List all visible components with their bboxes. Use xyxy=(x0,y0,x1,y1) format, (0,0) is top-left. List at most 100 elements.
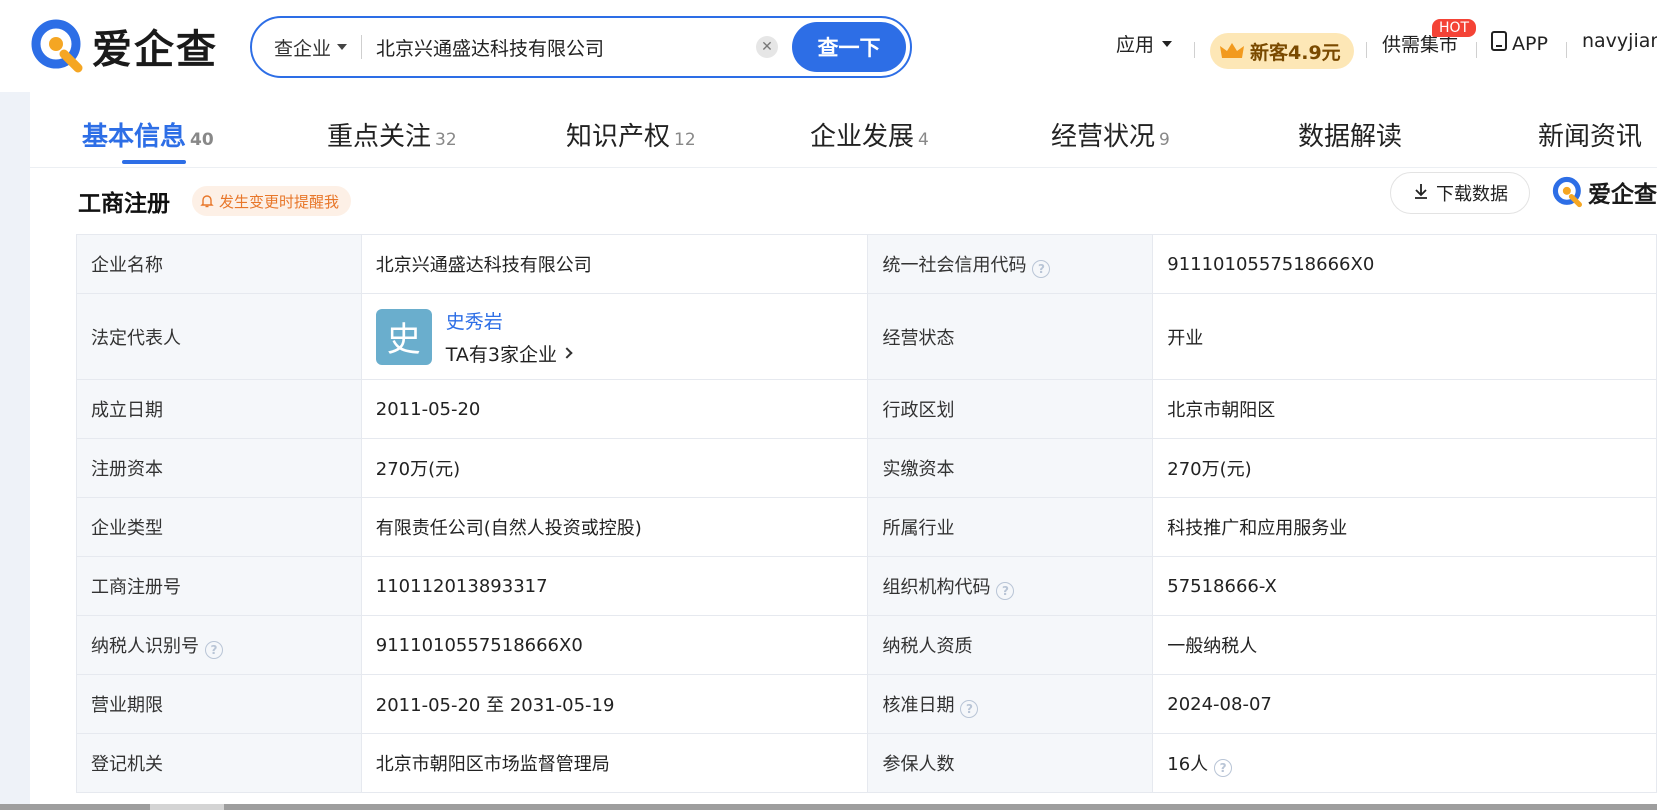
paid-capital-value: 270万(元) xyxy=(1152,438,1657,498)
approval-date-label-cell: 核准日期? xyxy=(867,674,1154,734)
logo-q-icon xyxy=(1552,176,1582,208)
company-type-value: 有限责任公司(自然人投资或控股) xyxy=(360,497,869,557)
nav-divider xyxy=(1366,42,1367,58)
chevron-right-icon xyxy=(561,347,573,359)
company-name-value: 北京兴通盛达科技有限公司 xyxy=(360,234,869,294)
authority-label: 登记机关 xyxy=(76,733,362,793)
app-download-label: APP xyxy=(1512,32,1548,55)
nav-divider xyxy=(1566,42,1567,58)
table-row: 营业期限 2011-05-20 至 2031-05-19 核准日期? 2024-… xyxy=(76,674,1657,734)
legal-rep-companies-link[interactable]: TA有3家企业 xyxy=(446,340,573,367)
scrollbar-thumb[interactable] xyxy=(150,804,224,810)
taxpayer-id-label-cell: 纳税人识别号? xyxy=(76,615,362,675)
search-input[interactable] xyxy=(376,36,756,58)
authority-value: 北京市朝阳区市场监督管理局 xyxy=(360,733,869,793)
top-header: 爱企查 查企业 ✕ 查一下 应用 新客4.9元 供需集市 HOT APP nav… xyxy=(0,0,1657,92)
change-remind-button[interactable]: 发生变更时提醒我 xyxy=(192,186,352,216)
status-value: 开业 xyxy=(1152,293,1657,380)
question-icon[interactable]: ? xyxy=(1214,758,1233,777)
question-icon[interactable]: ? xyxy=(205,640,223,659)
reg-no-value: 110112013893317 xyxy=(360,556,869,616)
download-data-button[interactable]: 下载数据 xyxy=(1390,172,1530,214)
table-row: 纳税人识别号? 9111010557518666X0 纳税人资质 一般纳税人 xyxy=(76,615,1657,675)
table-row: 登记机关 北京市朝阳区市场监督管理局 参保人数 16人? xyxy=(76,733,1657,793)
active-tab-indicator xyxy=(122,160,186,164)
org-code-label-cell: 组织机构代码? xyxy=(867,556,1154,616)
table-row: 注册资本 270万(元) 实缴资本 270万(元) xyxy=(76,438,1657,498)
taxpayer-qual-value: 一般纳税人 xyxy=(1152,615,1657,675)
legal-rep-cell: 史 史秀岩 TA有3家企业 xyxy=(360,293,869,380)
term-value: 2011-05-20 至 2031-05-19 xyxy=(360,674,869,734)
question-icon[interactable]: ? xyxy=(1032,259,1051,278)
term-label: 营业期限 xyxy=(76,674,362,734)
table-row: 成立日期 2011-05-20 行政区划 北京市朝阳区 xyxy=(76,379,1657,439)
district-value: 北京市朝阳区 xyxy=(1152,379,1657,439)
avatar[interactable]: 史 xyxy=(375,308,432,365)
logo-q-icon xyxy=(30,18,86,74)
taxpayer-qual-label: 纳税人资质 xyxy=(867,615,1154,675)
site-logo[interactable]: 爱企查 xyxy=(30,16,218,76)
table-row: 工商注册号 110112013893317 组织机构代码? 57518666-X xyxy=(76,556,1657,616)
nav-divider xyxy=(1476,42,1477,58)
industry-label: 所属行业 xyxy=(867,497,1154,557)
change-remind-label: 发生变更时提醒我 xyxy=(219,192,340,211)
question-icon[interactable]: ? xyxy=(960,699,979,718)
insured-value-cell: 16人? xyxy=(1152,733,1657,793)
left-sidebar-strip xyxy=(0,92,30,810)
search-type-label: 查企业 xyxy=(274,37,332,60)
reg-no-label: 工商注册号 xyxy=(76,556,362,616)
hot-badge: HOT xyxy=(1432,19,1477,37)
section-title: 工商注册 xyxy=(78,191,170,217)
tab-development[interactable]: 企业发展 4 xyxy=(810,116,929,153)
district-label: 行政区划 xyxy=(867,379,1154,439)
tab-operations[interactable]: 经营状况 9 xyxy=(1051,116,1170,153)
tab-basic-info[interactable]: 基本信息 40 xyxy=(82,116,214,153)
section-tabs: 基本信息 40 重点关注 32 知识产权 12 企业发展 4 经营状况 9 数据解读 新闻… xyxy=(30,92,1657,168)
watermark-logo: 爱企查 xyxy=(1552,175,1657,209)
vip-promo-button[interactable]: 新客4.9元 xyxy=(1210,33,1354,69)
tab-news[interactable]: 新闻资讯 xyxy=(1538,116,1642,153)
caret-down-icon xyxy=(337,44,348,50)
vip-promo-label: 新客4.9元 xyxy=(1250,41,1341,64)
question-icon[interactable]: ? xyxy=(996,581,1015,600)
close-icon[interactable]: ✕ xyxy=(756,36,778,58)
download-data-label: 下载数据 xyxy=(1436,184,1508,205)
founded-value: 2011-05-20 xyxy=(360,379,869,439)
industry-value: 科技推广和应用服务业 xyxy=(1152,497,1657,557)
tab-ip[interactable]: 知识产权 12 xyxy=(566,116,696,153)
approval-date-value: 2024-08-07 xyxy=(1152,674,1657,734)
search-button[interactable]: 查一下 xyxy=(792,22,906,72)
credit-code-label-cell: 统一社会信用代码? xyxy=(867,234,1154,294)
reg-capital-label: 注册资本 xyxy=(76,438,362,498)
search-divider xyxy=(361,35,363,59)
search-type-select[interactable]: 查企业 xyxy=(274,34,348,61)
paid-capital-label: 实缴资本 xyxy=(867,438,1154,498)
legal-rep-name-link[interactable]: 史秀岩 xyxy=(446,307,571,334)
search-bar: 查企业 ✕ 查一下 xyxy=(250,16,912,78)
caret-down-icon xyxy=(1162,40,1173,47)
bell-icon xyxy=(200,194,214,208)
business-registration-table: 企业名称 北京兴通盛达科技有限公司 统一社会信用代码? 911101055751… xyxy=(76,234,1657,793)
taxpayer-id-value: 9111010557518666X0 xyxy=(360,615,869,675)
tab-data-insight[interactable]: 数据解读 xyxy=(1298,116,1402,153)
table-row: 企业类型 有限责任公司(自然人投资或控股) 所属行业 科技推广和应用服务业 xyxy=(76,497,1657,557)
apps-menu[interactable]: 应用 xyxy=(1116,30,1173,57)
user-name: navyjiang xyxy=(1582,30,1657,52)
crown-icon xyxy=(1220,42,1244,60)
apps-menu-label: 应用 xyxy=(1116,34,1155,56)
app-download-link[interactable]: APP xyxy=(1490,30,1548,57)
org-code-value: 57518666-X xyxy=(1152,556,1657,616)
horizontal-scrollbar[interactable] xyxy=(0,804,1657,810)
company-name-label: 企业名称 xyxy=(76,234,362,294)
status-label: 经营状态 xyxy=(867,293,1154,380)
company-info-card: 基本信息 40 重点关注 32 知识产权 12 企业发展 4 经营状况 9 数据解读 新闻… xyxy=(30,92,1657,810)
tablet-icon xyxy=(1490,30,1508,57)
insured-label: 参保人数 xyxy=(867,733,1154,793)
watermark-logo-text: 爱企查 xyxy=(1588,182,1657,208)
nav-divider xyxy=(1194,42,1195,58)
logo-text: 爱企查 xyxy=(92,27,218,73)
reg-capital-value: 270万(元) xyxy=(360,438,869,498)
table-row: 法定代表人 史 史秀岩 TA有3家企业 经营状态 开业 xyxy=(76,293,1657,380)
tab-key-focus[interactable]: 重点关注 32 xyxy=(327,116,457,153)
user-menu[interactable]: navyjiang xyxy=(1582,30,1657,52)
